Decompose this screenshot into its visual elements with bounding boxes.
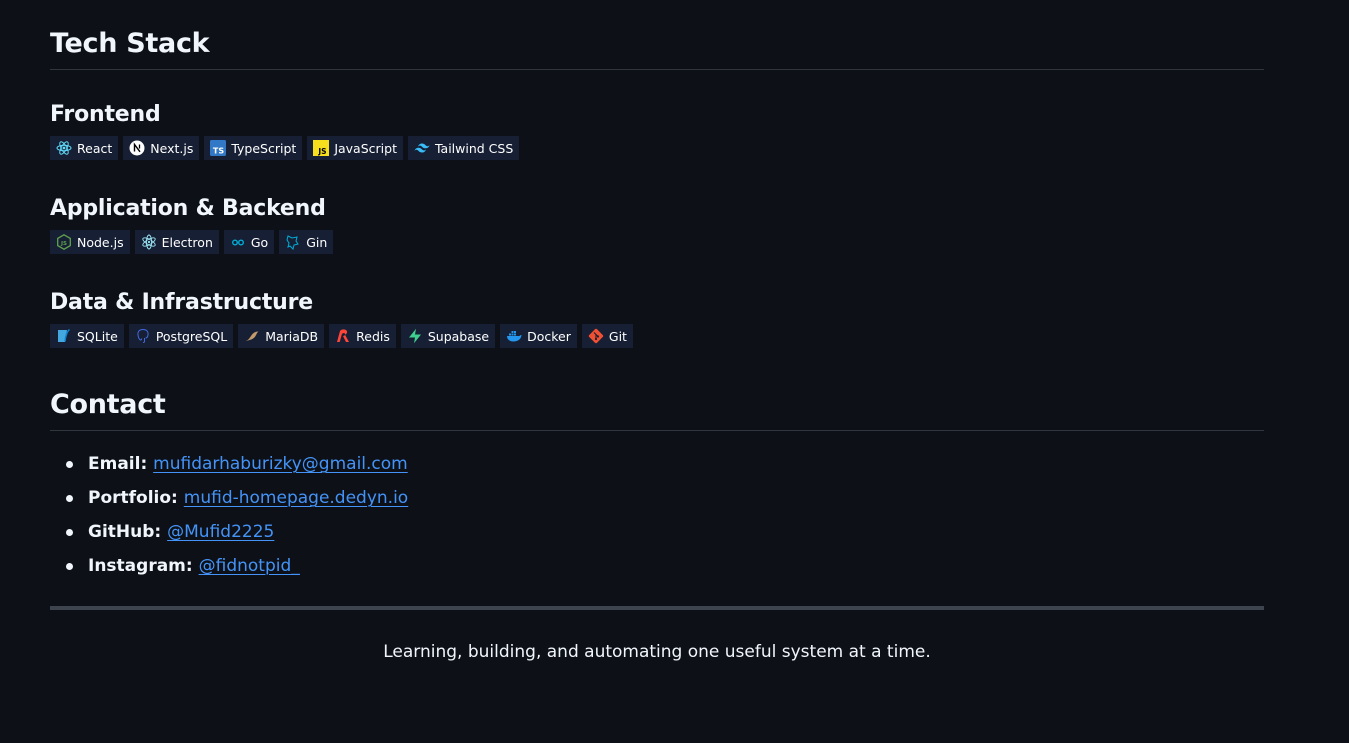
badge-label: Go — [250, 234, 269, 250]
badge-label: Git — [608, 328, 627, 344]
instagram-link[interactable]: @fidnotpid_ — [199, 556, 300, 576]
nextjs-icon — [129, 140, 145, 156]
electron-icon — [141, 234, 157, 250]
nodejs-icon: JS — [56, 234, 72, 250]
contact-item-instagram: Instagram: @fidnotpid_ — [66, 549, 1264, 583]
contact-item-portfolio: Portfolio: mufid-homepage.dedyn.io — [66, 481, 1264, 515]
badge-supabase[interactable]: Supabase — [400, 324, 496, 348]
sqlite-icon — [56, 328, 72, 344]
portfolio-link[interactable]: mufid-homepage.dedyn.io — [184, 488, 408, 508]
badge-label: React — [77, 140, 113, 156]
email-link[interactable]: mufidarhaburizky@gmail.com — [153, 454, 408, 474]
supabase-icon — [407, 328, 423, 344]
react-icon — [56, 140, 72, 156]
contact-list: Email: mufidarhaburizky@gmail.com Portfo… — [50, 447, 1264, 583]
typescript-icon: TS — [210, 140, 227, 156]
tech-group-data: Data & Infrastructure SQLite PostgreSQL … — [50, 289, 1264, 348]
badge-label: Tailwind CSS — [434, 140, 514, 156]
badge-git[interactable]: Git — [581, 324, 633, 348]
tech-stack-heading: Tech Stack — [50, 0, 1264, 70]
badge-row-backend: JS Node.js Electron Go Gin — [50, 230, 1264, 254]
badge-typescript[interactable]: TS TypeScript — [204, 136, 303, 160]
group-title-data: Data & Infrastructure — [50, 290, 314, 315]
badge-label: Electron — [161, 234, 213, 250]
git-icon — [588, 328, 604, 344]
footer-tagline: Learning, building, and automating one u… — [383, 642, 931, 662]
mariadb-icon — [244, 328, 260, 344]
badge-redis[interactable]: Redis — [329, 324, 396, 348]
svg-text:JS: JS — [318, 147, 327, 156]
readme-page: Tech Stack Frontend React Next.js TS Typ… — [50, 0, 1264, 662]
go-icon — [230, 234, 246, 250]
badge-go[interactable]: Go — [223, 230, 275, 254]
badge-mariadb[interactable]: MariaDB — [238, 324, 325, 348]
badge-label: SQLite — [77, 328, 118, 344]
badge-label: Gin — [306, 234, 328, 250]
badge-label: Redis — [356, 328, 390, 344]
badge-row-frontend: React Next.js TS TypeScript JS JavaScrip… — [50, 136, 1264, 160]
badge-postgresql[interactable]: PostgreSQL — [128, 324, 234, 348]
badge-nextjs[interactable]: Next.js — [123, 136, 200, 160]
postgresql-icon — [135, 328, 151, 344]
badge-label: Next.js — [150, 140, 194, 156]
github-link[interactable]: @Mufid2225 — [167, 522, 274, 542]
badge-javascript[interactable]: JS JavaScript — [307, 136, 403, 160]
contact-label: Email: — [88, 454, 154, 474]
badge-gin[interactable]: Gin — [279, 230, 334, 254]
badge-label: JavaScript — [334, 140, 397, 156]
contact-label: Portfolio: — [88, 488, 184, 508]
badge-label: MariaDB — [265, 328, 319, 344]
badge-electron[interactable]: Electron — [134, 230, 219, 254]
badge-docker[interactable]: Docker — [500, 324, 577, 348]
badge-label: Docker — [527, 328, 571, 344]
gin-icon — [285, 234, 301, 250]
svg-text:JS: JS — [60, 241, 67, 247]
tech-group-backend: Application & Backend JS Node.js Electro… — [50, 195, 1264, 254]
badge-react[interactable]: React — [50, 136, 119, 160]
contact-item-github: GitHub: @Mufid2225 — [66, 515, 1264, 549]
group-title-frontend: Frontend — [50, 102, 161, 127]
svg-text:TS: TS — [213, 147, 224, 156]
tech-group-frontend: Frontend React Next.js TS TypeScript JS … — [50, 101, 1264, 160]
contact-label: Instagram: — [88, 556, 199, 576]
badge-label: TypeScript — [231, 140, 297, 156]
badge-sqlite[interactable]: SQLite — [50, 324, 124, 348]
group-title-backend: Application & Backend — [50, 196, 326, 221]
badge-label: PostgreSQL — [155, 328, 228, 344]
javascript-icon: JS — [313, 140, 330, 156]
badge-row-data: SQLite PostgreSQL MariaDB Redis Supabase… — [50, 324, 1264, 348]
badge-tailwind[interactable]: Tailwind CSS — [407, 136, 520, 160]
badge-label: Node.js — [77, 234, 124, 250]
tailwind-icon — [414, 140, 430, 156]
contact-label: GitHub: — [88, 522, 168, 542]
contact-item-email: Email: mufidarhaburizky@gmail.com — [66, 447, 1264, 481]
contact-heading: Contact — [50, 387, 1264, 431]
badge-label: Supabase — [427, 328, 490, 344]
badge-nodejs[interactable]: JS Node.js — [50, 230, 130, 254]
horizontal-rule — [50, 606, 1264, 610]
docker-icon — [506, 328, 522, 344]
redis-icon — [335, 328, 351, 344]
